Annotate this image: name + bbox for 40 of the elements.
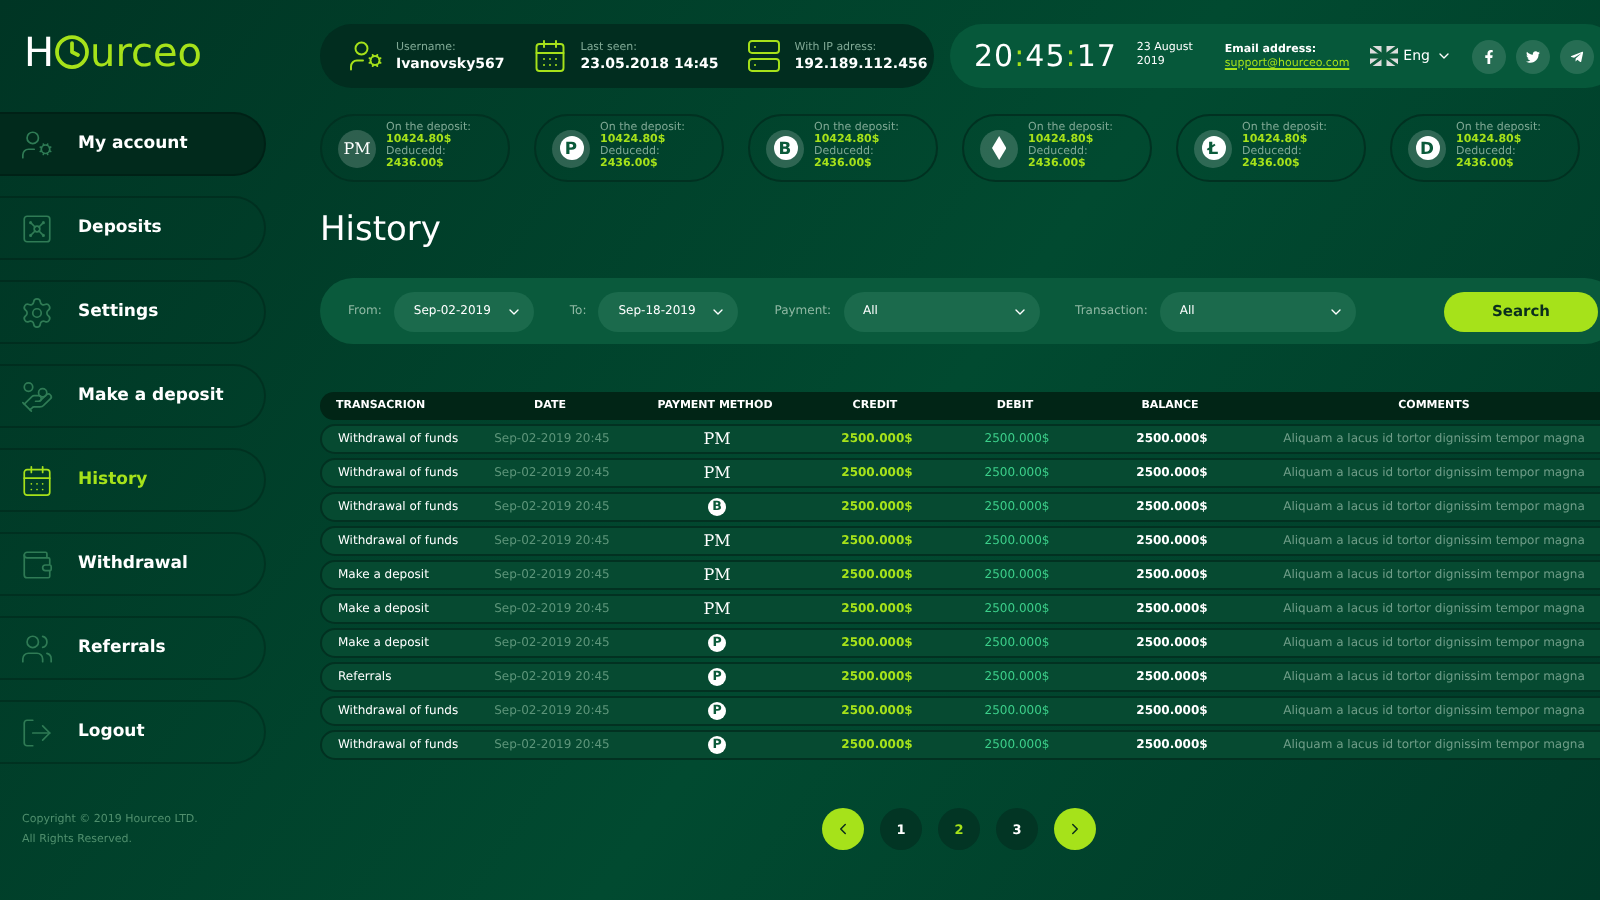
sidebar-item[interactable]: History — [0, 448, 266, 512]
sidebar-item[interactable]: Logout — [0, 700, 266, 764]
payment-logo-icon: PM — [703, 464, 731, 482]
nav-icon — [20, 379, 54, 413]
sidebar-item[interactable]: Withdrawal — [0, 532, 266, 596]
page-title: History — [320, 210, 441, 250]
facebook-icon[interactable] — [1471, 39, 1506, 73]
payment-logo-icon: PM — [703, 566, 731, 584]
next-page-button[interactable] — [1053, 808, 1096, 850]
previous-page-button[interactable] — [821, 808, 864, 850]
twitter-icon[interactable] — [1515, 39, 1550, 73]
nav-icon — [20, 127, 54, 161]
sidebar-item[interactable]: Make a deposit — [0, 364, 266, 428]
flag-icon — [1369, 46, 1398, 66]
diamond-icon — [991, 136, 1007, 160]
coin-icon: Ł — [1201, 136, 1225, 160]
sidebar-item[interactable]: Referrals — [0, 616, 266, 680]
payment-logo-icon: PM — [703, 600, 731, 618]
nav-icon — [20, 547, 54, 581]
nav-icon — [20, 295, 54, 329]
logo: H urceo — [22, 26, 205, 80]
nav-icon — [20, 715, 54, 749]
coin-icon: B — [773, 136, 797, 160]
info-icon — [532, 38, 569, 74]
sidebar-item[interactable]: Settings — [0, 280, 266, 344]
info-icon — [746, 38, 783, 74]
sidebar-item[interactable]: Deposits — [0, 196, 266, 260]
telegram-icon[interactable] — [1559, 39, 1594, 73]
payment-logo-icon: PM — [343, 139, 371, 157]
info-icon — [348, 38, 384, 74]
clock-time: 20:45:17 — [974, 38, 1117, 74]
coin-icon: D — [1415, 136, 1439, 160]
sidebar-item[interactable]: My account — [0, 112, 266, 176]
nav-icon — [20, 463, 54, 497]
chevron-down-icon — [1435, 48, 1452, 64]
payment-logo-icon: PM — [703, 532, 731, 550]
coin-icon: P — [559, 136, 583, 160]
nav-icon — [20, 631, 54, 665]
payment-logo-icon: PM — [703, 430, 731, 448]
nav-icon — [20, 211, 54, 245]
